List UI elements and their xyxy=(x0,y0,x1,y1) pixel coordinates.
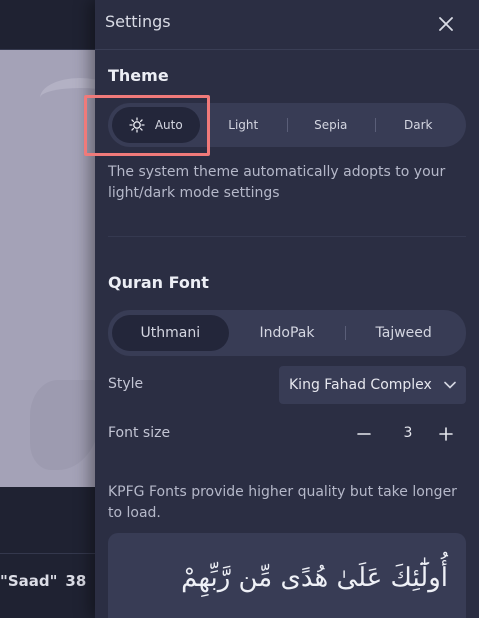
selection-highlight xyxy=(84,95,210,156)
divider xyxy=(345,326,347,340)
font-option-indopak[interactable]: IndoPak xyxy=(229,315,346,351)
background-image xyxy=(0,50,95,487)
settings-header: Settings xyxy=(95,0,479,50)
font-option-label: Tajweed xyxy=(375,325,432,341)
close-button[interactable] xyxy=(433,11,459,37)
style-select[interactable]: King Fahad Complex xyxy=(279,366,466,404)
font-option-label: Uthmani xyxy=(140,325,201,341)
theme-option-label: Light xyxy=(228,118,259,132)
background-divider xyxy=(0,553,95,554)
font-size-value: 3 xyxy=(403,425,413,441)
preview-arabic-text: أُولَٰٓئِكَ عَلَىٰ هُدًى مِّن رَّبِّهِمْ xyxy=(181,563,448,593)
theme-option-light[interactable]: Light xyxy=(200,107,288,143)
font-option-uthmani[interactable]: Uthmani xyxy=(112,315,229,351)
surah-name: "Saad" xyxy=(0,572,58,590)
theme-option-dark[interactable]: Dark xyxy=(374,107,463,143)
verse-reference[interactable]: "Saad" 38 xyxy=(0,572,86,590)
font-preview: أُولَٰٓئِكَ عَلَىٰ هُدًى مِّن رَّبِّهِمْ xyxy=(108,533,466,618)
close-icon xyxy=(439,17,453,31)
background-header xyxy=(0,0,95,50)
chevron-down-icon xyxy=(444,381,456,389)
settings-panel: Settings Theme Auto Light Sepia Dark The… xyxy=(95,0,479,618)
font-option-label: IndoPak xyxy=(259,325,315,341)
theme-section-title: Theme xyxy=(108,66,169,85)
section-divider xyxy=(108,236,466,237)
font-size-label: Font size xyxy=(108,425,171,441)
plus-icon xyxy=(439,427,453,441)
theme-option-label: Sepia xyxy=(314,118,348,132)
font-size-decrease-button[interactable] xyxy=(353,423,375,445)
divider xyxy=(287,118,288,132)
theme-option-label: Dark xyxy=(404,118,433,132)
theme-description: The system theme automatically adopts to… xyxy=(108,164,446,201)
font-note: KPFG Fonts provide higher quality but ta… xyxy=(108,484,457,521)
settings-title: Settings xyxy=(105,12,171,31)
background-shape xyxy=(30,380,95,470)
divider xyxy=(374,118,376,132)
style-label: Style xyxy=(108,376,144,392)
font-option-tajweed[interactable]: Tajweed xyxy=(345,315,462,351)
quran-font-selector: Uthmani IndoPak Tajweed xyxy=(108,310,466,356)
quran-font-section-title: Quran Font xyxy=(108,273,209,292)
style-select-value: King Fahad Complex xyxy=(289,377,432,393)
theme-option-sepia[interactable]: Sepia xyxy=(287,107,375,143)
font-size-increase-button[interactable] xyxy=(435,423,457,445)
minus-icon xyxy=(357,433,371,435)
surah-number: 38 xyxy=(65,572,87,590)
